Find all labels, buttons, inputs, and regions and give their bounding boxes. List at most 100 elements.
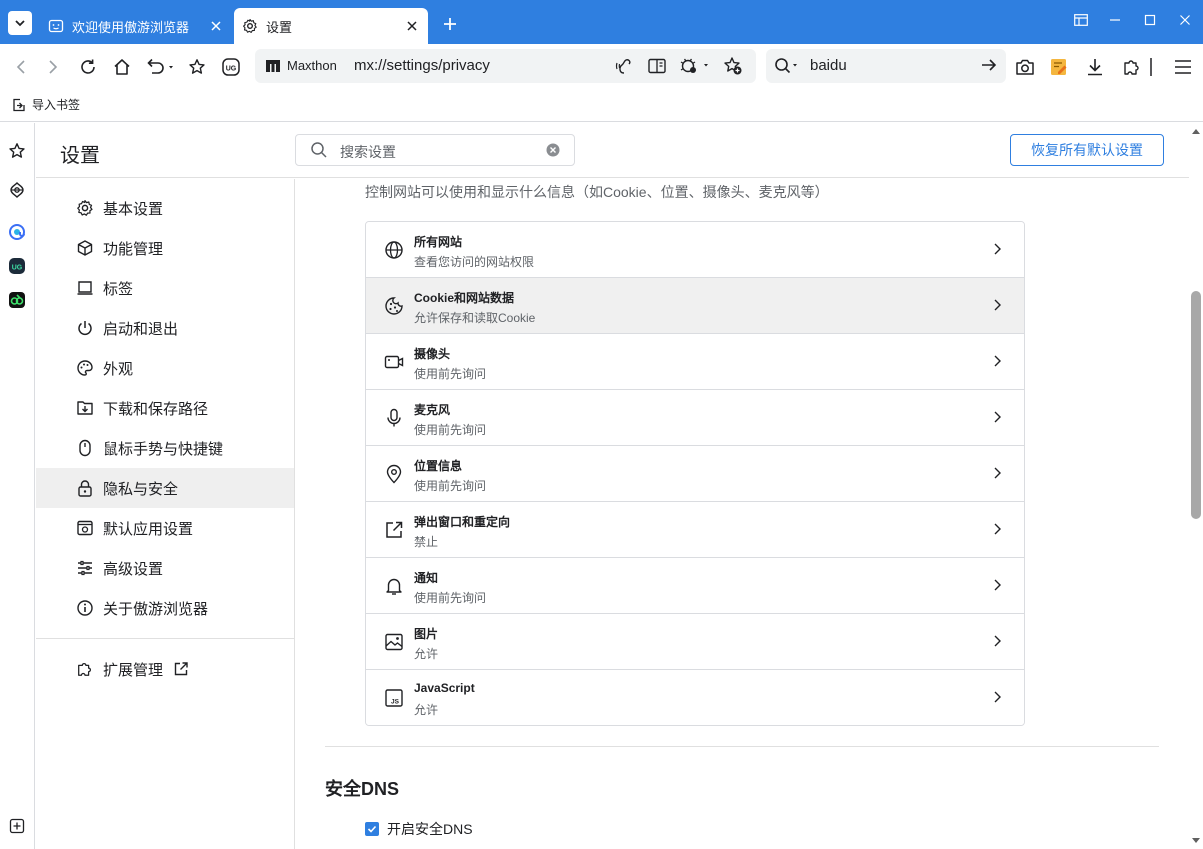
sidebar-layout-button[interactable] <box>1066 8 1096 32</box>
permission-row-microphone[interactable]: 麦克风 使用前先询问 <box>366 390 1024 446</box>
address-bar[interactable]: Maxthon mx://settings/privacy <box>255 49 756 83</box>
nav-item-extensions[interactable]: 扩展管理 <box>36 649 294 689</box>
url-text[interactable]: mx://settings/privacy <box>354 57 490 74</box>
mouse-icon <box>76 439 94 457</box>
settings-search-input[interactable]: 搜索设置 <box>295 134 575 166</box>
close-icon[interactable] <box>402 16 422 36</box>
nav-item-label: 高级设置 <box>103 560 164 578</box>
at-sign-app-icon <box>9 224 25 240</box>
downloads-button[interactable] <box>1082 54 1108 80</box>
close-icon[interactable] <box>206 16 226 36</box>
tab-list-dropdown-button[interactable] <box>8 11 32 35</box>
rail-ai-button[interactable] <box>7 180 27 200</box>
nav-item-about[interactable]: 关于傲游浏览器 <box>36 588 294 628</box>
checkbox-checked-icon[interactable] <box>365 822 379 836</box>
minimize-icon <box>1110 19 1120 21</box>
ad-block-button[interactable] <box>678 55 710 77</box>
notes-button[interactable] <box>1046 54 1072 80</box>
permission-row-notifications[interactable]: 通知 使用前先询问 <box>366 558 1024 614</box>
extensions-button[interactable] <box>1119 54 1145 80</box>
toolbar-divider <box>1145 54 1157 80</box>
javascript-icon: JS <box>384 688 404 708</box>
reload-icon <box>81 59 95 74</box>
puzzle-icon <box>76 660 94 678</box>
import-bookmarks-link[interactable]: 导入书签 <box>12 96 80 113</box>
page-scrollbar[interactable] <box>1189 123 1203 849</box>
permission-row-camera[interactable]: 摄像头 使用前先询问 <box>366 334 1024 390</box>
settings-header: 设置 搜索设置 恢复所有默认设置 <box>36 123 1189 178</box>
permission-row-location[interactable]: 位置信息 使用前先询问 <box>366 446 1024 502</box>
minimize-button[interactable] <box>1100 8 1130 32</box>
close-window-button[interactable] <box>1170 8 1200 32</box>
gear-icon <box>242 18 258 34</box>
svg-text:UG: UG <box>226 65 237 72</box>
main-menu-button[interactable] <box>1170 54 1196 80</box>
rail-add-button[interactable] <box>7 816 27 836</box>
forward-button[interactable] <box>40 54 66 80</box>
bell-icon <box>384 576 404 596</box>
search-placeholder: 搜索设置 <box>340 144 396 160</box>
nav-item-default-apps[interactable]: 默认应用设置 <box>36 508 294 548</box>
secure-dns-checkbox[interactable]: 开启安全DNS <box>365 819 473 839</box>
search-go-button[interactable] <box>980 56 998 77</box>
screenshot-button[interactable] <box>1012 54 1038 80</box>
nav-item-basic[interactable]: 基本设置 <box>36 188 294 228</box>
nav-item-appearance[interactable]: 外观 <box>36 348 294 388</box>
nav-item-features[interactable]: 功能管理 <box>36 228 294 268</box>
undo-icon <box>147 58 173 74</box>
reload-button[interactable] <box>75 54 101 80</box>
scrollbar-thumb[interactable] <box>1191 291 1201 519</box>
search-query[interactable]: baidu <box>810 57 847 74</box>
nav-item-label: 关于傲游浏览器 <box>103 600 209 618</box>
section-divider <box>325 746 1159 747</box>
nav-item-startup[interactable]: 启动和退出 <box>36 308 294 348</box>
bug-settings-icon <box>680 58 708 73</box>
nav-item-privacy[interactable]: 隐私与安全 <box>36 468 294 508</box>
nav-item-advanced[interactable]: 高级设置 <box>36 548 294 588</box>
add-favorite-button[interactable] <box>722 55 744 77</box>
reader-mode-button[interactable] <box>646 55 668 77</box>
site-permissions-list: 所有网站 查看您访问的网站权限 Cookie和网站数据 允许保存和读取Cooki… <box>365 221 1025 726</box>
favorites-button[interactable] <box>184 54 210 80</box>
nav-item-label: 功能管理 <box>103 240 164 258</box>
rail-ug-button[interactable]: UG <box>7 256 27 276</box>
clear-search-icon[interactable] <box>546 143 560 160</box>
ug-icon: UG <box>222 58 240 76</box>
chevron-right-icon <box>992 410 1002 427</box>
rail-game-button[interactable] <box>7 290 27 310</box>
tab-settings[interactable]: 设置 <box>234 8 428 44</box>
chevron-right-icon <box>992 578 1002 595</box>
reset-all-defaults-button[interactable]: 恢复所有默认设置 <box>1010 134 1164 166</box>
permission-row-popups[interactable]: 弹出窗口和重定向 禁止 <box>366 502 1024 558</box>
nav-item-downloads[interactable]: 下载和保存路径 <box>36 388 294 428</box>
settings-nav: 基本设置 功能管理 标签 启动和退出 外观 下载和保存路径 鼠标手势与快捷键 隐… <box>36 179 295 849</box>
ai-knot-icon <box>10 182 24 198</box>
maxthon-face-icon <box>48 18 64 34</box>
permission-subtitle: 禁止 <box>414 535 439 549</box>
permission-row-javascript[interactable]: JS JavaScript 允许 <box>366 670 1024 725</box>
nav-item-tabs[interactable]: 标签 <box>36 268 294 308</box>
rail-favorites-button[interactable] <box>7 141 27 161</box>
permission-row-all-sites[interactable]: 所有网站 查看您访问的网站权限 <box>366 222 1024 278</box>
search-engine-selector[interactable] <box>774 57 800 75</box>
new-tab-button[interactable] <box>438 12 462 36</box>
search-box[interactable]: baidu <box>766 49 1006 83</box>
maximize-icon <box>1144 14 1156 26</box>
scroll-up-arrow-icon[interactable] <box>1191 126 1201 136</box>
ug-button[interactable]: UG <box>218 54 244 80</box>
back-button[interactable] <box>8 54 34 80</box>
arrow-left-icon <box>16 60 25 74</box>
site-identity[interactable]: Maxthon <box>265 58 337 73</box>
permission-row-cookies[interactable]: Cookie和网站数据 允许保存和读取Cookie <box>366 278 1024 334</box>
search-icon <box>310 141 328 162</box>
tab-welcome[interactable]: 欢迎使用傲游浏览器 <box>40 8 232 44</box>
scroll-down-arrow-icon[interactable] <box>1191 836 1201 846</box>
read-aloud-button[interactable] <box>614 55 636 77</box>
globe-icon <box>384 240 404 260</box>
permission-row-images[interactable]: 图片 允许 <box>366 614 1024 670</box>
undo-close-tab-button[interactable] <box>142 54 176 80</box>
nav-item-mouse-gestures[interactable]: 鼠标手势与快捷键 <box>36 428 294 468</box>
home-button[interactable] <box>109 54 135 80</box>
rail-at-app-button[interactable] <box>7 222 27 242</box>
maximize-button[interactable] <box>1135 8 1165 32</box>
